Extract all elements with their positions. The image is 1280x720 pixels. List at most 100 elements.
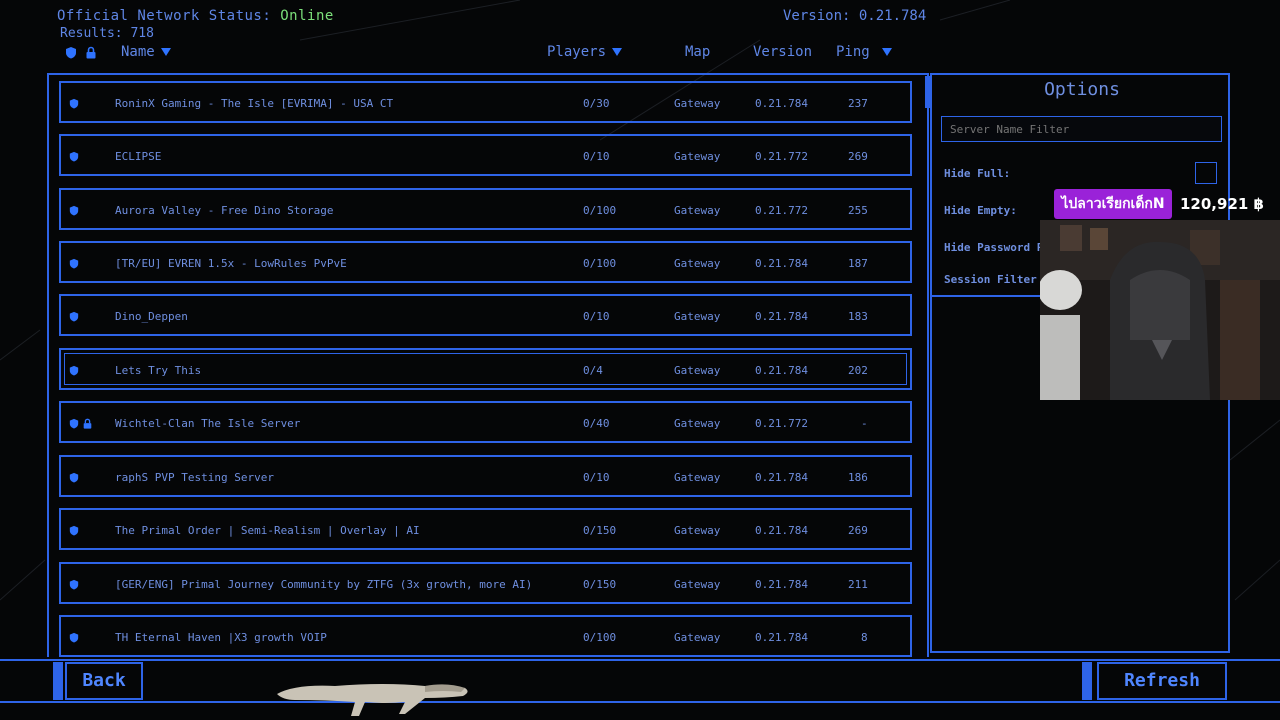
server-row[interactable]: [GER/ENG] Primal Journey Community by ZT… — [59, 562, 912, 604]
server-map: Gateway — [674, 257, 721, 270]
server-ping: 8 — [861, 631, 868, 644]
server-row[interactable]: TH Eternal Haven |X3 growth VOIP 0/100 G… — [59, 615, 912, 657]
server-name: TH Eternal Haven |X3 growth VOIP — [115, 631, 327, 644]
server-name: Aurora Valley - Free Dino Storage — [115, 204, 334, 217]
server-version: 0.21.784 — [755, 364, 808, 377]
server-players: 0/150 — [583, 578, 617, 591]
server-version: 0.21.772 — [755, 417, 808, 430]
server-name: ECLIPSE — [115, 150, 162, 163]
server-row[interactable]: The Primal Order | Semi-Realism | Overla… — [59, 508, 912, 550]
sort-caret-icon — [881, 48, 892, 56]
server-players: 0/100 — [583, 204, 617, 217]
refresh-button[interactable]: Refresh — [1097, 662, 1227, 700]
shield-icon — [69, 258, 79, 269]
donation-badge: ไปลาวเรียกเด็กN — [1054, 189, 1172, 219]
server-row[interactable]: RoninX Gaming - The Isle [EVRIMA] - USA … — [59, 81, 912, 123]
column-header-ping[interactable]: Ping — [836, 44, 892, 60]
server-version: 0.21.784 — [755, 578, 808, 591]
hide-full-label: Hide Full: — [944, 167, 1011, 180]
column-header-name-label: Name — [121, 44, 155, 60]
network-status-value: Online — [280, 8, 334, 24]
server-map: Gateway — [674, 631, 721, 644]
game-version: Version: 0.21.784 — [783, 8, 927, 24]
server-row[interactable]: ECLIPSE 0/10 Gateway 0.21.772 269 — [59, 134, 912, 176]
server-players: 0/10 — [583, 310, 610, 323]
server-row[interactable]: [TR/EU] EVREN 1.5x - LowRules PvPvE 0/10… — [59, 241, 912, 283]
shield-icon — [69, 151, 79, 162]
column-header-map[interactable]: Map — [685, 44, 710, 60]
server-ping: 269 — [848, 150, 868, 163]
webcam-image — [1040, 220, 1280, 400]
server-ping: 187 — [848, 257, 868, 270]
server-version: 0.21.784 — [755, 257, 808, 270]
network-status-label: Official Network Status: — [57, 8, 272, 24]
server-map: Gateway — [674, 204, 721, 217]
server-players: 0/30 — [583, 97, 610, 110]
server-name: The Primal Order | Semi-Realism | Overla… — [115, 524, 420, 537]
server-list[interactable]: RoninX Gaming - The Isle [EVRIMA] - USA … — [47, 73, 929, 657]
server-row[interactable]: Dino_Deppen 0/10 Gateway 0.21.784 183 — [59, 294, 912, 336]
server-row[interactable]: raphS PVP Testing Server 0/10 Gateway 0.… — [59, 455, 912, 497]
shield-icon — [69, 365, 79, 376]
server-row[interactable]: Aurora Valley - Free Dino Storage 0/100 … — [59, 188, 912, 230]
server-row-selected[interactable]: Lets Try This 0/4 Gateway 0.21.784 202 — [59, 348, 912, 390]
results-count: Results: 718 — [60, 26, 154, 41]
column-header-name[interactable]: Name — [121, 44, 171, 60]
server-version: 0.21.784 — [755, 524, 808, 537]
server-map: Gateway — [674, 578, 721, 591]
server-ping: 186 — [848, 471, 868, 484]
hide-empty-label: Hide Empty: — [944, 204, 1017, 217]
shield-filter-icon[interactable] — [65, 46, 77, 59]
shield-icon — [69, 525, 79, 536]
refresh-button-edge — [1082, 662, 1092, 700]
shield-icon — [69, 98, 79, 109]
server-players: 0/10 — [583, 471, 610, 484]
options-divider — [932, 295, 1042, 297]
server-map: Gateway — [674, 150, 721, 163]
column-header-version-label: Version — [753, 44, 813, 60]
server-players: 0/100 — [583, 631, 617, 644]
session-filter-label: Session Filter — [944, 273, 1037, 286]
server-ping: 269 — [848, 524, 868, 537]
server-players: 0/150 — [583, 524, 617, 537]
webcam-overlay — [1040, 220, 1280, 400]
server-map: Gateway — [674, 524, 721, 537]
server-name: Dino_Deppen — [115, 310, 188, 323]
sort-caret-icon — [612, 48, 623, 56]
column-header-players[interactable]: Players — [547, 44, 623, 60]
shield-icon — [69, 418, 79, 429]
server-name: Lets Try This — [115, 364, 202, 377]
server-ping: 202 — [848, 364, 868, 377]
server-row[interactable]: Wichtel-Clan The Isle Server 0/40 Gatewa… — [59, 401, 912, 443]
server-ping: 237 — [848, 97, 868, 110]
server-name: RoninX Gaming - The Isle [EVRIMA] - USA … — [115, 97, 394, 110]
server-map: Gateway — [674, 471, 721, 484]
server-map: Gateway — [674, 417, 721, 430]
server-players: 0/4 — [583, 364, 603, 377]
sort-caret-icon — [160, 48, 171, 56]
dinosaur-image — [277, 684, 468, 716]
server-map: Gateway — [674, 364, 721, 377]
server-version: 0.21.772 — [755, 204, 808, 217]
lock-filter-icon[interactable] — [85, 46, 97, 59]
results-label: Results: — [60, 26, 123, 41]
hide-full-checkbox[interactable] — [1195, 162, 1217, 184]
server-version: 0.21.784 — [755, 471, 808, 484]
network-status: Official Network Status: Online — [57, 8, 334, 24]
options-title: Options — [1044, 79, 1120, 100]
server-ping: - — [861, 417, 868, 430]
server-name: raphS PVP Testing Server — [115, 471, 274, 484]
donation-amount: 120,921 ฿ — [1180, 195, 1264, 213]
server-version: 0.21.772 — [755, 150, 808, 163]
server-name-filter-input[interactable] — [941, 116, 1222, 142]
server-version: 0.21.784 — [755, 631, 808, 644]
column-header-version[interactable]: Version — [753, 44, 812, 60]
server-name: [GER/ENG] Primal Journey Community by ZT… — [115, 578, 533, 591]
server-players: 0/40 — [583, 417, 610, 430]
shield-icon — [69, 472, 79, 483]
server-players: 0/10 — [583, 150, 610, 163]
shield-icon — [69, 311, 79, 322]
server-map: Gateway — [674, 310, 721, 323]
bottom-bar-line — [0, 659, 1280, 661]
back-button[interactable]: Back — [65, 662, 143, 700]
